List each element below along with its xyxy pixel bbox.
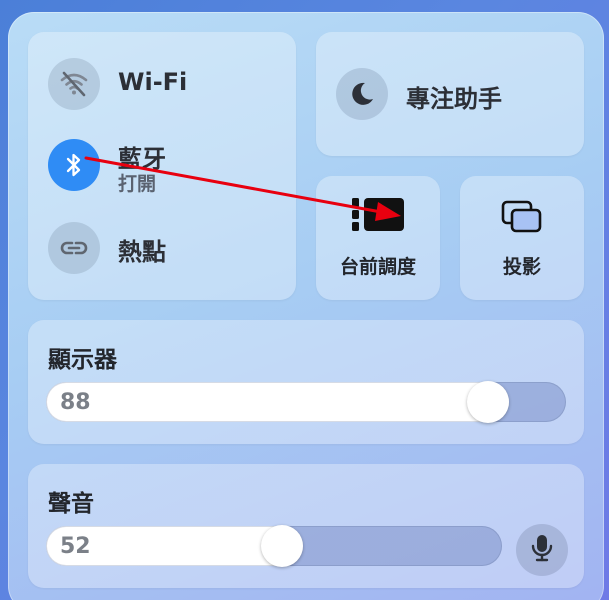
brightness-value: 88 <box>60 390 91 415</box>
stage-manager-label: 台前調度 <box>339 256 416 278</box>
wifi-label: Wi-Fi <box>118 68 188 96</box>
focus-label: 專注助手 <box>406 85 502 113</box>
wifi-off-icon[interactable] <box>48 58 100 110</box>
volume-value: 52 <box>60 534 91 559</box>
brightness-fill <box>46 382 509 422</box>
display-title: 顯示器 <box>48 347 117 373</box>
moon-icon <box>336 68 388 120</box>
hotspot-label: 熱點 <box>118 238 166 266</box>
brightness-slider[interactable]: 88 <box>46 381 566 423</box>
network-card: Wi-Fi 藍牙 打開 熱點 <box>28 32 296 300</box>
screen-mirroring-button[interactable]: 投影 <box>460 176 584 300</box>
volume-slider[interactable]: 52 <box>46 525 502 567</box>
display-card: 顯示器 88 <box>28 320 584 444</box>
stage-manager-icon <box>352 196 404 238</box>
stage-manager-button[interactable]: 台前調度 <box>316 176 440 300</box>
bluetooth-icon[interactable] <box>48 139 100 191</box>
brightness-knob[interactable] <box>467 381 509 423</box>
volume-knob[interactable] <box>261 525 303 567</box>
sound-card: 聲音 52 <box>28 464 584 588</box>
focus-button[interactable]: 專注助手 <box>316 32 584 156</box>
microphone-button[interactable] <box>516 524 568 576</box>
bluetooth-status: 打開 <box>118 173 157 195</box>
microphone-icon <box>530 533 554 567</box>
hotspot-icon[interactable] <box>48 222 100 274</box>
screen-mirroring-label: 投影 <box>502 256 541 278</box>
screen-mirroring-icon <box>501 200 543 238</box>
sound-title: 聲音 <box>48 491 94 517</box>
